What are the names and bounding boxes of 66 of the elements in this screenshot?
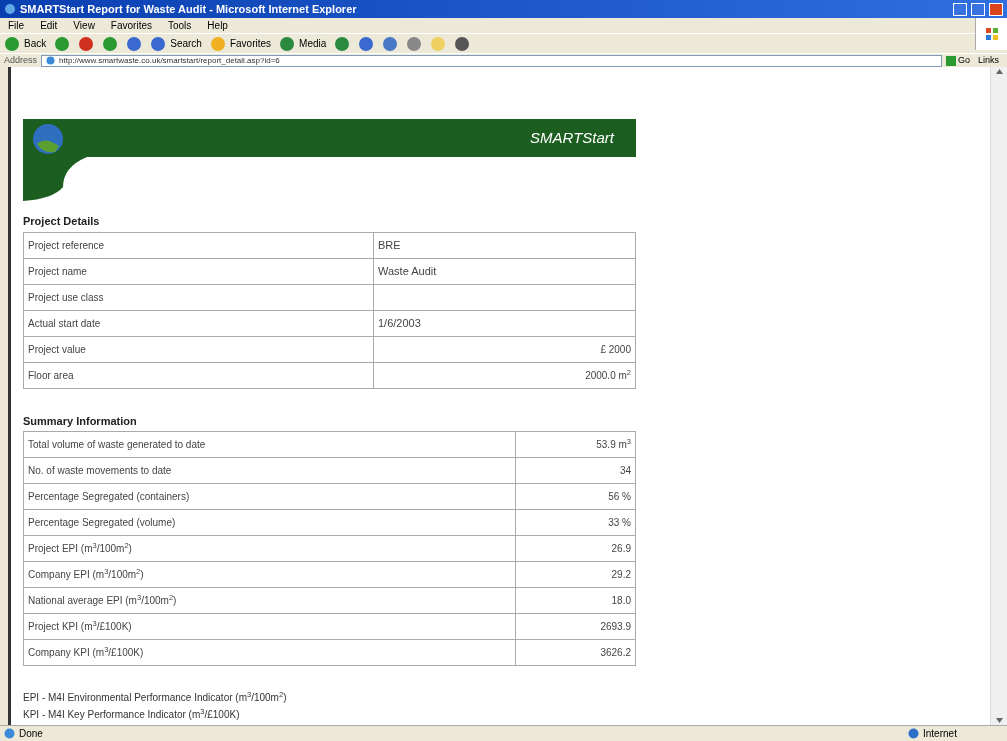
value-cell: 26.9 [515, 535, 636, 562]
label-cell: Floor area [23, 362, 374, 388]
close-button[interactable] [989, 2, 1003, 16]
maximize-button[interactable] [971, 2, 985, 16]
scroll-down-icon[interactable] [994, 716, 1004, 725]
scroll-up-icon[interactable] [994, 67, 1004, 76]
menu-item[interactable]: Help [207, 18, 228, 33]
value-cell: 2693.9 [515, 613, 636, 640]
minimize-button[interactable] [953, 2, 967, 16]
search-button[interactable]: Search [150, 35, 202, 52]
menu-item[interactable]: Edit [40, 18, 58, 33]
back-button[interactable]: Back [4, 35, 47, 52]
label-cell: Project reference [23, 232, 374, 258]
brand-title: SMARTStart [530, 127, 614, 148]
menu-item[interactable]: View [73, 18, 95, 33]
go-button[interactable]: Go [945, 53, 970, 68]
label-cell: Company EPI (m$^{3}$/100m$^{2}$) [23, 561, 516, 588]
zone-text: Internet [923, 727, 958, 741]
stop-button[interactable] [78, 35, 95, 52]
address-field[interactable]: http://www.smartwaste.co.uk/smartstart/report_detail.asp?id=6 [41, 54, 942, 67]
menu-item[interactable]: File [8, 18, 25, 33]
messenger-button[interactable] [454, 35, 471, 52]
label-cell: Project EPI (m$^{3}$/100m$^{2}$) [23, 535, 516, 562]
label-cell: Company KPI (m$^{3}$/£100K) [23, 639, 516, 666]
edit-button[interactable] [406, 35, 423, 52]
label-cell: Project name [23, 258, 374, 284]
label-cell: Project KPI (m$^{3}$/£100K) [23, 613, 516, 640]
address-label: Address [4, 53, 38, 67]
forward-button[interactable] [54, 35, 71, 52]
footnote: KPI - M4I Key Performance Indicator (m$^{3}$/£100K) [23, 707, 241, 722]
footnote: EPI - M4I Environmental Performance Indicator (m$^{3}$/100m$^{2}$) [23, 690, 288, 705]
value-cell: Waste Audit [373, 258, 636, 284]
section-heading: Summary Information [23, 413, 138, 429]
favorites-button[interactable]: Favorites [209, 35, 272, 52]
links-button[interactable]: Links [974, 53, 1003, 68]
print-button[interactable] [382, 35, 399, 52]
menu-item[interactable]: Favorites [110, 18, 152, 33]
label-cell: Project value [23, 336, 374, 362]
history-button[interactable] [334, 35, 351, 52]
section-heading: Project Details [23, 214, 101, 229]
home-button[interactable] [126, 35, 143, 52]
value-cell: 1/6/2003 [373, 310, 636, 336]
menu-item[interactable]: Tools [168, 18, 192, 33]
label-cell: Total volume of waste generated to date [23, 431, 516, 458]
value-cell: 29.2 [515, 561, 636, 588]
label-cell: No. of waste movements to date [23, 457, 516, 484]
value-cell: 18.0 [515, 587, 636, 614]
media-button[interactable]: Media [279, 35, 327, 52]
value-cell: £ 2000 [373, 336, 636, 362]
value-cell: 34 [515, 457, 636, 484]
value-cell: 3626.2 [515, 639, 636, 666]
scrollbar[interactable] [990, 67, 1007, 725]
value-cell: BRE [373, 232, 636, 258]
label-cell: Project use class [23, 284, 374, 310]
value-cell: 33 % [515, 509, 636, 536]
window-title: SMARTStart Report for Waste Audit - Microsoft Internet Explorer [20, 1, 358, 17]
label-cell: Percentage Segregated (volume) [23, 509, 516, 536]
value-cell: 53.9 m$^{3}$ [515, 431, 636, 458]
value-cell: 2000.0 m$^{2}$ [373, 362, 636, 388]
mail-button[interactable] [358, 35, 375, 52]
label-cell: Percentage Segregated (containers) [23, 483, 516, 510]
value-cell: 56 % [515, 483, 636, 510]
refresh-button[interactable] [102, 35, 119, 52]
status-text: Done [19, 727, 44, 741]
label-cell: National average EPI (m$^{3}$/100m$^{2}$) [23, 587, 516, 614]
label-cell: Actual start date [23, 310, 374, 336]
